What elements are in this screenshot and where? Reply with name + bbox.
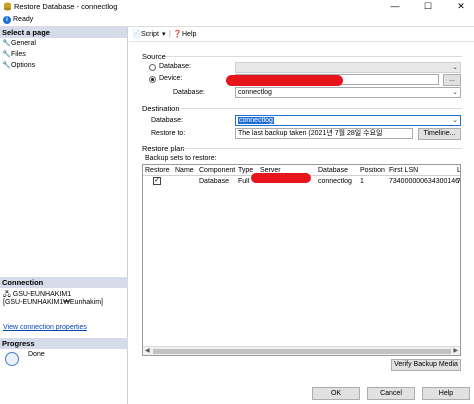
source-database-label: Database: [173, 89, 205, 96]
cell-component: Database [199, 178, 229, 185]
column-header[interactable]: La [457, 167, 460, 174]
browse-device-button[interactable]: ... [443, 74, 461, 86]
cancel-button[interactable]: Cancel [367, 387, 415, 400]
left-pane: Select a page 🔧General 🔧Files 🔧Options C… [0, 27, 128, 404]
page-item-general[interactable]: 🔧General [0, 38, 127, 49]
cell-type: Full [238, 178, 250, 185]
column-header[interactable]: Position [360, 167, 385, 174]
server-login: [GSU-EUNHAKIM1₩Eunhakim] [3, 299, 103, 306]
connection-header: Connection [0, 277, 128, 288]
ok-button[interactable]: OK [312, 387, 360, 400]
toolbar-separator: | [169, 31, 171, 38]
backup-sets-grid[interactable]: Restore Name Component Type Server Datab… [142, 164, 461, 356]
column-header[interactable]: First LSN [389, 167, 418, 174]
server-info: 🖧 GSU-EUNHAKIM1 [GSU-EUNHAKIM1₩Eunhakim] [3, 291, 128, 307]
verify-backup-media-button[interactable]: Verify Backup Media [391, 359, 461, 371]
destination-database-label: Database: [151, 117, 183, 124]
help-toolbar-button[interactable]: Help [182, 30, 196, 39]
script-button[interactable]: Script [141, 30, 159, 39]
wrench-icon: 🔧 [2, 62, 11, 69]
title-bar: Restore Database - connectlog — ☐ ✕ [0, 0, 474, 14]
restore-checkbox[interactable]: ✓ [153, 177, 161, 185]
scroll-right-icon[interactable]: ▶ [453, 347, 458, 354]
connection-section: Connection 🖧 GSU-EUNHAKIM1 [GSU-EUNHAKIM… [0, 277, 128, 331]
scroll-left-icon[interactable]: ◀ [145, 347, 150, 354]
destination-database-combo[interactable]: connectlog ⌄ [235, 115, 461, 126]
page-label: Options [11, 62, 36, 69]
restore-to-field: The last backup taken (2021년 7월 28일 수요일 [235, 128, 413, 139]
source-database-select[interactable]: ⌄ [235, 62, 461, 73]
script-dropdown-arrow[interactable]: ▾ [162, 30, 166, 39]
window-title: Restore Database - connectlog [14, 2, 118, 11]
chevron-down-icon: ⌄ [452, 89, 458, 96]
maximize-button[interactable]: ☐ [419, 0, 437, 14]
device-radio-label: Device: [159, 75, 183, 82]
divider [181, 108, 462, 109]
source-database-dropdown[interactable]: connectlog ⌄ [235, 87, 461, 98]
column-header[interactable]: Name [175, 167, 194, 174]
page-item-files[interactable]: 🔧Files [0, 49, 127, 60]
scroll-thumb[interactable] [153, 349, 451, 354]
cell-first-lsn: 734000000634300146 [389, 178, 460, 185]
view-connection-properties-link[interactable]: View connection properties [3, 324, 87, 331]
redaction-mark [251, 173, 311, 183]
help-icon: ❓ [173, 31, 182, 38]
restore-plan-group-label: Restore plan [142, 144, 185, 153]
source-group-label: Source [142, 52, 166, 61]
chevron-down-icon: ⌄ [452, 64, 458, 71]
close-button[interactable]: ✕ [452, 0, 470, 14]
chevron-down-icon: ⌄ [452, 117, 458, 124]
redaction-mark [226, 75, 343, 86]
main-content: Source Database: ⌄ Device: ... Database:… [129, 42, 474, 372]
wrench-icon: 🔧 [2, 40, 11, 47]
info-icon: i [3, 16, 11, 24]
select-page-header: Select a page [0, 27, 127, 38]
source-database-value: connectlog [238, 89, 272, 96]
device-radio[interactable] [149, 76, 156, 83]
server-name: GSU-EUNHAKIM1 [12, 291, 72, 298]
cell-position: 1 [360, 178, 364, 185]
progress-header: Progress [0, 338, 128, 349]
minimize-button[interactable]: — [386, 0, 404, 14]
horizontal-scrollbar[interactable]: ◀ ▶ [143, 346, 460, 355]
column-header[interactable]: Database [318, 167, 348, 174]
page-item-options[interactable]: 🔧Options [0, 60, 127, 71]
cell-database: connectlog [318, 178, 352, 185]
column-header[interactable]: Component [199, 167, 235, 174]
progress-icon [5, 352, 19, 366]
column-header[interactable]: Type [238, 167, 253, 174]
destination-group-label: Destination [142, 104, 180, 113]
toolbar: 📄 Script ▾ | ❓ Help [129, 27, 474, 42]
wrench-icon: 🔧 [2, 51, 11, 58]
destination-database-value: connectlog [238, 117, 274, 124]
status-line: i Ready [0, 14, 474, 27]
database-radio[interactable] [149, 64, 156, 71]
backup-sets-label: Backup sets to restore: [145, 155, 217, 162]
page-label: Files [11, 51, 26, 58]
status-text: Ready [13, 16, 34, 23]
database-radio-label: Database: [159, 63, 191, 70]
page-label: General [11, 40, 36, 47]
dialog-buttons: OK Cancel Help [129, 384, 474, 404]
script-icon: 📄 [132, 31, 141, 38]
progress-status: Done [28, 351, 45, 358]
help-button[interactable]: Help [422, 387, 470, 400]
server-icon: 🖧 [3, 291, 11, 298]
divider [166, 56, 462, 57]
database-restore-icon [4, 2, 11, 11]
column-header[interactable]: Restore [145, 167, 170, 174]
divider [182, 148, 462, 149]
progress-section: Progress Done [0, 338, 128, 366]
restore-to-label: Restore to: [151, 130, 186, 137]
timeline-button[interactable]: Timeline... [418, 128, 461, 140]
cell-last-lsn: 73 [457, 178, 461, 185]
